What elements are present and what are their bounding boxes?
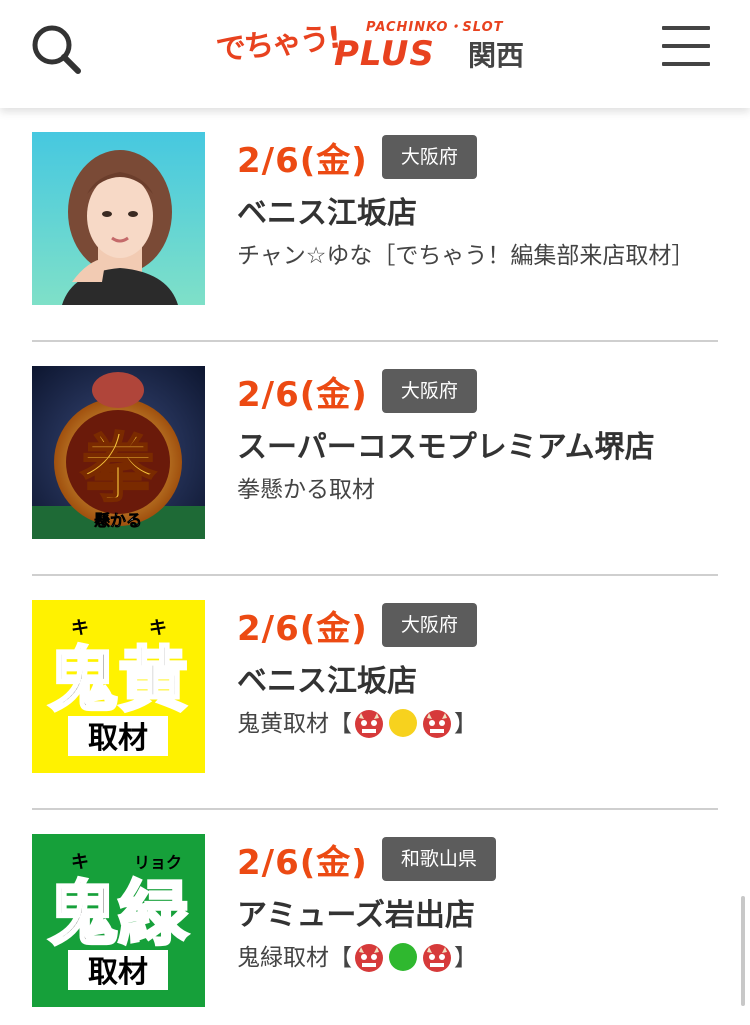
thumb-big-text: 鬼緑 xyxy=(48,873,189,955)
thumb-small-text: 懸かる xyxy=(94,511,142,530)
yellow-circle-emoji-icon xyxy=(389,708,417,737)
desc-suffix: 】 xyxy=(454,711,477,737)
date-row: 2/6(金) 大阪府 xyxy=(237,366,718,416)
event-description: 鬼黄取材【 】 xyxy=(237,704,718,744)
site-logo[interactable]: でちゃう! PACHINKO・SLOT PLUS 関西 xyxy=(214,12,536,78)
store-name: ベニス江坂店 xyxy=(237,664,417,699)
date-row: 2/6(金) 大阪府 xyxy=(237,600,718,650)
list-item[interactable]: 2/6(金) 大阪府 ベニス江坂店 チャン☆ゆな［でちゃう！編集部来店取材］ xyxy=(32,108,718,342)
thumb-small-text: 取材 xyxy=(88,721,148,756)
desc-suffix: 】 xyxy=(454,945,477,971)
desc-prefix: 鬼黄取材【 xyxy=(237,711,352,737)
woman-portrait-thumbnail xyxy=(32,132,205,305)
thumb-big-text: 拳 xyxy=(80,426,156,512)
logo-tagline: PACHINKO・SLOT xyxy=(366,20,504,35)
fist-event-thumbnail: 拳 懸かる xyxy=(32,366,205,539)
item-info: 2/6(金) 大阪府 スーパーコスモプレミアム堺店 拳懸かる取材 xyxy=(237,366,718,510)
page-scrollbar[interactable] xyxy=(741,896,745,1006)
logo-script-text: でちゃう! xyxy=(214,20,342,69)
thumb-big-text: 鬼黄 xyxy=(48,639,188,721)
oni-emoji-icon xyxy=(423,943,451,972)
oni-green-event-thumbnail: キ リョク 鬼緑 取材 xyxy=(32,834,205,1007)
prefecture-badge: 大阪府 xyxy=(381,603,477,647)
store-name: アミューズ岩出店 xyxy=(237,898,475,933)
event-date: 2/6(金) xyxy=(237,608,368,649)
list-item[interactable]: キ リョク 鬼緑 取材 2/6(金) 和歌山県 アミューズ岩出店 鬼緑取材【 】 xyxy=(32,810,718,1025)
item-info: 2/6(金) 和歌山県 アミューズ岩出店 鬼緑取材【 】 xyxy=(237,834,718,978)
date-row: 2/6(金) 和歌山県 xyxy=(237,834,718,884)
menu-button[interactable] xyxy=(656,22,716,74)
oni-emoji-icon xyxy=(355,709,383,738)
logo-plus-text: PLUS xyxy=(334,34,435,74)
event-description: チャン☆ゆな［でちゃう！編集部来店取材］ xyxy=(237,243,695,269)
item-info: 2/6(金) 大阪府 ベニス江坂店 チャン☆ゆな［でちゃう！編集部来店取材］ xyxy=(237,132,718,276)
store-name: ベニス江坂店 xyxy=(237,196,417,231)
list-item[interactable]: 拳 懸かる 2/6(金) 大阪府 スーパーコスモプレミアム堺店 拳懸かる取材 xyxy=(32,342,718,576)
event-date: 2/6(金) xyxy=(237,374,368,415)
list-item[interactable]: キ キ 鬼黄 取材 2/6(金) 大阪府 ベニス江坂店 鬼黄取材【 】 xyxy=(32,576,718,810)
thumb-ruby-left: キ xyxy=(71,618,89,639)
store-name: スーパーコスモプレミアム堺店 xyxy=(237,430,655,465)
prefecture-badge: 和歌山県 xyxy=(381,837,496,881)
logo-region-text: 関西 xyxy=(468,39,525,72)
event-description: 鬼緑取材【 】 xyxy=(237,938,718,978)
search-icon xyxy=(32,25,81,74)
thumb-ruby-right: リョク xyxy=(134,853,182,872)
event-date: 2/6(金) xyxy=(237,140,368,181)
thumb-ruby-right: キ xyxy=(149,618,167,639)
prefecture-badge: 大阪府 xyxy=(381,135,477,179)
hamburger-menu-icon xyxy=(662,44,710,48)
green-circle-emoji-icon xyxy=(389,942,417,971)
event-date: 2/6(金) xyxy=(237,842,368,883)
site-header: でちゃう! PACHINKO・SLOT PLUS 関西 xyxy=(0,0,750,108)
date-row: 2/6(金) 大阪府 xyxy=(237,132,718,182)
hamburger-menu-icon xyxy=(662,26,710,30)
oni-yellow-event-thumbnail: キ キ 鬼黄 取材 xyxy=(32,600,205,773)
search-button[interactable] xyxy=(26,20,86,80)
oni-emoji-icon xyxy=(423,709,451,738)
event-list: 2/6(金) 大阪府 ベニス江坂店 チャン☆ゆな［でちゃう！編集部来店取材］ 拳… xyxy=(32,108,718,1025)
prefecture-badge: 大阪府 xyxy=(381,369,477,413)
thumb-ruby-left: キ xyxy=(71,852,89,873)
item-info: 2/6(金) 大阪府 ベニス江坂店 鬼黄取材【 】 xyxy=(237,600,718,744)
hamburger-menu-icon xyxy=(662,62,710,66)
event-description: 拳懸かる取材 xyxy=(237,477,375,503)
thumb-small-text: 取材 xyxy=(88,955,148,990)
oni-emoji-icon xyxy=(355,943,383,972)
desc-prefix: 鬼緑取材【 xyxy=(237,945,352,971)
